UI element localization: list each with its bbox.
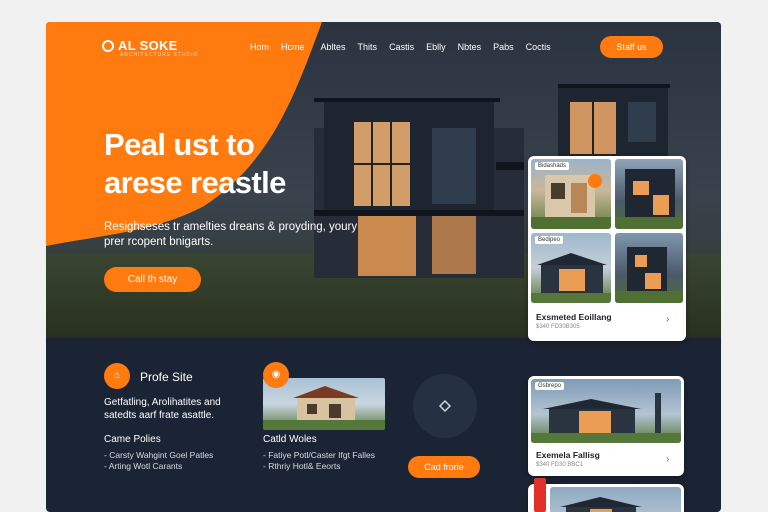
feature-1-list-item-2: Arting Wotl Carants	[108, 461, 183, 471]
top-navigation-bar: AL SOKE ARCHITECTURE STUDIO Hom Hcme Abl…	[46, 22, 721, 72]
gallery-thumb-2[interactable]	[615, 159, 683, 229]
feature-1-title: Profe Site	[140, 370, 193, 384]
nav-item-home[interactable]: Hom	[250, 42, 269, 52]
listing-card-title: Exemela Fallisg	[536, 450, 600, 460]
listing-card-meta: $340 FD30 BBC1	[536, 462, 584, 468]
feature-2-list-item-2: Rthriy Hotl& Eeorts	[268, 461, 341, 471]
nav-item-abltes[interactable]: Abltes	[321, 42, 346, 52]
feature-2-list-item-1: Fatiye Potl/Caster Ifgt Falles	[268, 450, 375, 460]
nav-item-eblly[interactable]: Eblly	[426, 42, 446, 52]
brand-tagline: ARCHITECTURE STUDIO	[120, 52, 199, 58]
location-pin-icon: ◉	[263, 362, 289, 388]
hero-subtitle: Resighseses tr amelties dreans & proydin…	[104, 221, 358, 248]
feature-1-list: - Carsty Wahgint Goel Patles - Arting Wo…	[104, 450, 213, 472]
chevron-right-icon[interactable]: ›	[666, 314, 669, 325]
nav-item-hcme[interactable]: Hcme	[281, 42, 305, 52]
listing-thumb-label: Gsbrepo	[535, 382, 565, 390]
play-circle-icon[interactable]	[413, 374, 477, 438]
house-photo-2	[615, 169, 683, 229]
diamond-play-icon	[438, 399, 452, 413]
nav-item-pabs[interactable]: Pabs	[493, 42, 514, 52]
chevron-right-icon[interactable]: ›	[666, 454, 669, 465]
listing-card[interactable]: Gsbrepo Exemela Fallisg $340 FD30 BBC1 ›	[528, 376, 684, 476]
nav-item-nbtes[interactable]: Nbtes	[458, 42, 482, 52]
feature-1-subtitle: Came Polies	[104, 434, 161, 445]
thumb-3-label: Bedipeo	[535, 236, 564, 244]
logo-ring-icon	[102, 39, 114, 52]
listing-card-partial[interactable]	[528, 478, 684, 512]
hero-title: Peal ust to arese reastle	[104, 126, 286, 202]
nav-item-castis[interactable]: Castis	[389, 42, 414, 52]
thumb-1-label: Bidashads	[535, 162, 570, 170]
feature-more-button[interactable]: Cad frorie	[408, 456, 480, 478]
feature-1-list-item-1: Carsty Wahgint Goel Patles	[109, 450, 214, 460]
partial-house-image	[560, 497, 642, 512]
gallery-thumb-3[interactable]: Bedipeo	[531, 233, 611, 303]
feature-2-list: - Fatiye Potl/Caster Ifgt Falles - Rthri…	[263, 450, 375, 472]
feature-2-subtitle: Catld Woles	[263, 434, 317, 445]
home-icon: ⌂	[104, 363, 130, 389]
gallery-card-title: Exsmeted Eoillang	[536, 312, 612, 322]
feature-2-list-item: - Rthriy Hotl& Eeorts	[263, 461, 341, 471]
gallery-card[interactable]: Bidashads Bedipeo Exsmeted Eoillang $340…	[528, 156, 686, 341]
listing-thumb[interactable]: Gsbrepo	[531, 379, 681, 443]
house-photo-4	[615, 247, 683, 303]
brand-logo[interactable]: AL SOKE	[102, 38, 178, 53]
brand-name: AL SOKE	[118, 38, 178, 53]
hero-title-line-2: arese reastle	[104, 165, 286, 200]
feature-1-list-item: - Carsty Wahgint Goel Patles	[104, 450, 214, 460]
page-frame: AL SOKE ARCHITECTURE STUDIO Hom Hcme Abl…	[46, 22, 721, 512]
feature-1-description: Getfatling, Arolihatites and satedts aar…	[104, 397, 221, 421]
gallery-thumb-4[interactable]	[615, 233, 683, 303]
hero-cta-button[interactable]: Call th stay	[104, 267, 201, 292]
main-nav: Hom Hcme Abltes Thits Castis Eblly Nbtes…	[250, 42, 551, 52]
nav-item-thits[interactable]: Thits	[358, 42, 378, 52]
bookmark-ribbon-icon	[534, 478, 546, 512]
header-cta-button[interactable]: Staff us	[600, 36, 663, 58]
nav-item-coctis[interactable]: Coctis	[526, 42, 551, 52]
partial-listing-thumb[interactable]	[550, 487, 681, 512]
gallery-card-meta: $340 FD30B305	[536, 324, 580, 330]
gallery-thumb-1[interactable]: Bidashads	[531, 159, 611, 229]
hero-title-line-1: Peal ust to	[104, 127, 255, 162]
feature-2-list-item: - Fatiye Potl/Caster Ifgt Falles	[263, 450, 375, 460]
feature-1-list-item: - Arting Wotl Carants	[104, 461, 183, 471]
